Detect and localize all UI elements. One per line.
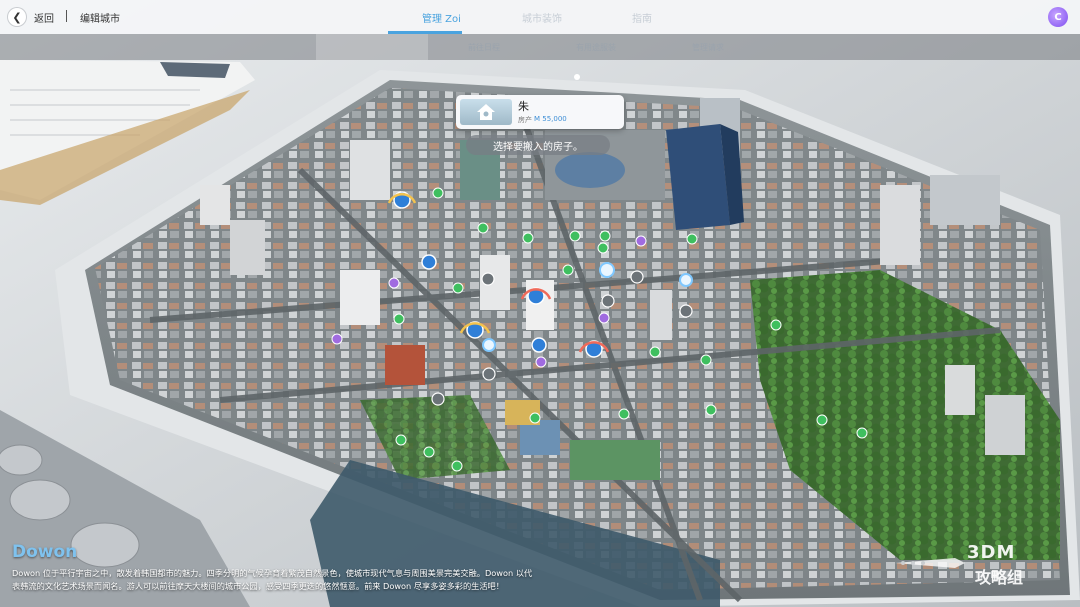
city-description-line: Dowon 位于平行宇宙之中，散发着韩国都市的魅力。四季分明的气候孕育着繁茂自然…: [12, 568, 533, 578]
edit-city-label: 编辑城市: [80, 14, 120, 25]
city-description-line: 表韩流的文化艺术场景而闻名。游人可以前往摩天大楼间的城市公园，感受四季更迭的悠然…: [12, 581, 504, 591]
watermark-bottom: 攻略组: [975, 568, 1024, 587]
subtab-outfits[interactable]: 有用途服装: [540, 34, 652, 60]
avatar-icon: C: [1054, 11, 1062, 23]
divider: [66, 10, 67, 22]
subtab-active[interactable]: [316, 34, 428, 60]
sub-tab-bar: 前往日程 有用途服装 管理请求: [0, 34, 1080, 60]
top-bar: ❮ 返回 编辑城市 管理 Zoi 城市装饰 指南 C: [0, 0, 1080, 34]
subtab-requests[interactable]: 管理请求: [652, 34, 764, 60]
house-icon: [477, 104, 495, 120]
select-house-hint: 选择要搬入的房子。: [466, 135, 610, 155]
property-card[interactable]: 朱 房产 M 55,000: [456, 95, 624, 129]
profile-avatar[interactable]: C: [1048, 7, 1068, 27]
city-map-graphic: [0, 0, 1080, 607]
watermark-top: 3DM: [967, 542, 1016, 563]
tab-city-decor[interactable]: 城市装饰: [522, 10, 562, 25]
watermark-logo: 3DM 攻略组: [895, 542, 1065, 592]
city-map-scene[interactable]: [0, 0, 1080, 607]
property-price: M 55,000: [534, 115, 567, 123]
city-title: Dowon: [12, 542, 78, 562]
city-description: Dowon 位于平行宇宙之中，散发着韩国都市的魅力。四季分明的气候孕育着繁茂自然…: [12, 567, 602, 593]
house-thumbnail: [460, 99, 512, 125]
tab-manage-zoi[interactable]: 管理 Zoi: [422, 10, 461, 25]
property-label: 房产: [518, 116, 532, 124]
back-button[interactable]: ❮: [8, 8, 26, 26]
tab-guide[interactable]: 指南: [632, 10, 652, 25]
back-label[interactable]: 返回: [34, 10, 54, 25]
owner-name: 朱: [518, 100, 529, 113]
subtab-schedule[interactable]: 前往日程: [428, 34, 540, 60]
wing-icon: [895, 558, 965, 568]
chevron-left-icon: ❮: [12, 10, 22, 24]
